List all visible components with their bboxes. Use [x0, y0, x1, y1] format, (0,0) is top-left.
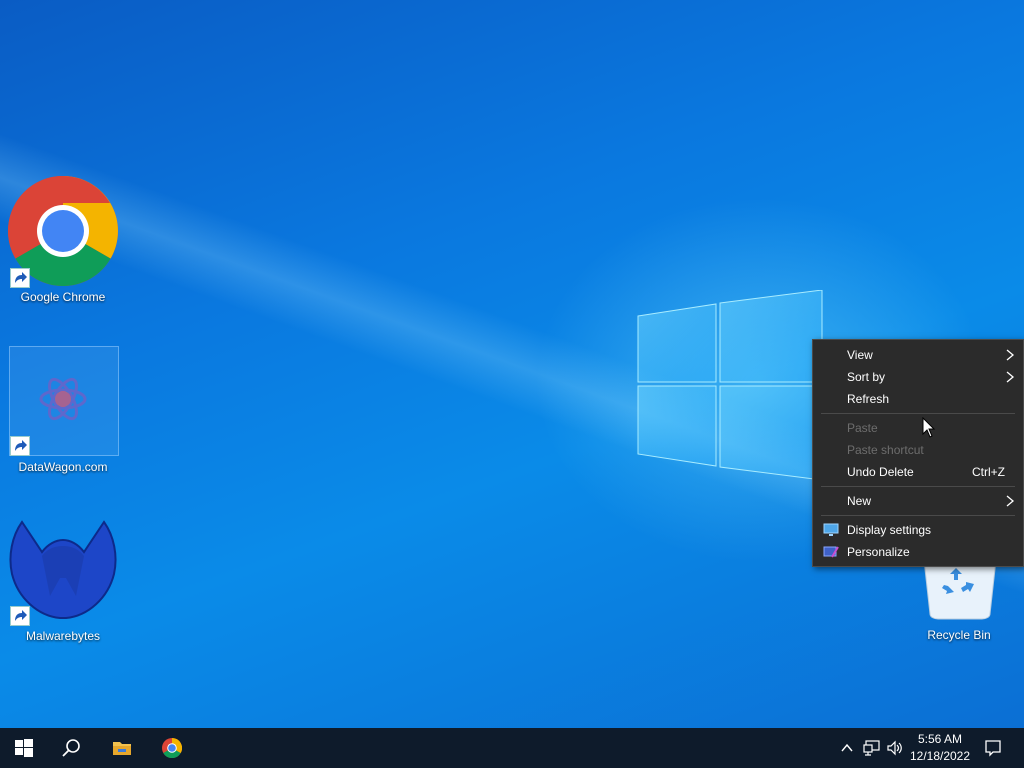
shortcut-arrow-icon: [10, 606, 30, 626]
menu-item-refresh[interactable]: Refresh: [813, 388, 1023, 410]
chevron-up-icon[interactable]: [840, 741, 854, 755]
menu-item-new[interactable]: New: [813, 490, 1023, 512]
menu-item-label: Paste: [847, 421, 878, 435]
clock-date: 12/18/2022: [909, 749, 971, 763]
clock-time: 5:56 AM: [917, 732, 963, 746]
menu-item-undo-delete[interactable]: Undo Delete Ctrl+Z: [813, 461, 1023, 483]
personalize-icon: [823, 546, 839, 558]
chevron-right-icon: [1006, 371, 1015, 383]
taskbar-chrome[interactable]: [148, 728, 196, 768]
malwarebytes-icon: [9, 520, 117, 619]
file-explorer-icon: [113, 742, 131, 755]
menu-item-paste[interactable]: Paste: [813, 417, 1023, 439]
windows-logo-wallpaper: [636, 290, 826, 480]
chrome-icon: [162, 738, 182, 758]
display-settings-icon: [823, 523, 839, 536]
desktop-icon-google-chrome[interactable]: Google Chrome: [8, 176, 118, 310]
chevron-right-icon: [1006, 349, 1015, 361]
menu-item-label: Display settings: [847, 523, 932, 537]
menu-item-personalize[interactable]: Personalize: [813, 541, 1023, 563]
menu-item-view[interactable]: View: [813, 344, 1023, 366]
desktop-icon-recycle-bin[interactable]: Recycle Bin: [904, 560, 1014, 650]
desktop-context-menu: View Sort by Refresh Paste Paste shortcu…: [812, 339, 1024, 567]
menu-item-shortcut: Ctrl+Z: [972, 465, 1005, 479]
menu-item-label: View: [847, 348, 873, 362]
search-button[interactable]: [48, 728, 96, 768]
mouse-cursor-icon: [922, 417, 936, 438]
datawagon-icon: [39, 377, 87, 421]
taskbar: 5:56 AM 12/18/2022: [0, 728, 1024, 768]
menu-item-label: Refresh: [847, 392, 890, 406]
desktop-icon-label: Recycle Bin: [927, 628, 991, 642]
desktop-icon-label: Malwarebytes: [25, 629, 101, 643]
menu-separator: [821, 413, 1015, 414]
menu-item-label: New: [847, 494, 872, 508]
menu-separator: [821, 515, 1015, 516]
desktop-icon-label: Google Chrome: [20, 290, 106, 304]
menu-item-display-settings[interactable]: Display settings: [813, 519, 1023, 541]
desktop-icon-datawagon[interactable]: DataWagon.com: [8, 346, 118, 480]
recycle-bin-icon: [923, 560, 997, 620]
menu-item-label: Personalize: [847, 545, 910, 559]
shortcut-arrow-icon: [10, 268, 30, 288]
start-icon: [15, 739, 33, 757]
menu-item-label: Paste shortcut: [847, 443, 924, 457]
taskbar-file-explorer[interactable]: [98, 728, 146, 768]
taskbar-clock[interactable]: 5:56 AM 12/18/2022: [900, 731, 980, 765]
menu-item-paste-shortcut[interactable]: Paste shortcut: [813, 439, 1023, 461]
network-icon[interactable]: [863, 740, 881, 756]
menu-item-label: Sort by: [847, 370, 886, 384]
start-button[interactable]: [0, 728, 48, 768]
shortcut-arrow-icon: [10, 436, 30, 456]
menu-separator: [821, 486, 1015, 487]
chevron-right-icon: [1006, 495, 1015, 507]
desktop-icon-malwarebytes[interactable]: Malwarebytes: [8, 516, 118, 650]
desktop-icon-label: DataWagon.com: [18, 460, 108, 474]
menu-item-sort-by[interactable]: Sort by: [813, 366, 1023, 388]
notification-icon[interactable]: [984, 739, 1002, 757]
menu-item-label: Undo Delete: [847, 465, 914, 479]
search-icon: [62, 739, 80, 757]
